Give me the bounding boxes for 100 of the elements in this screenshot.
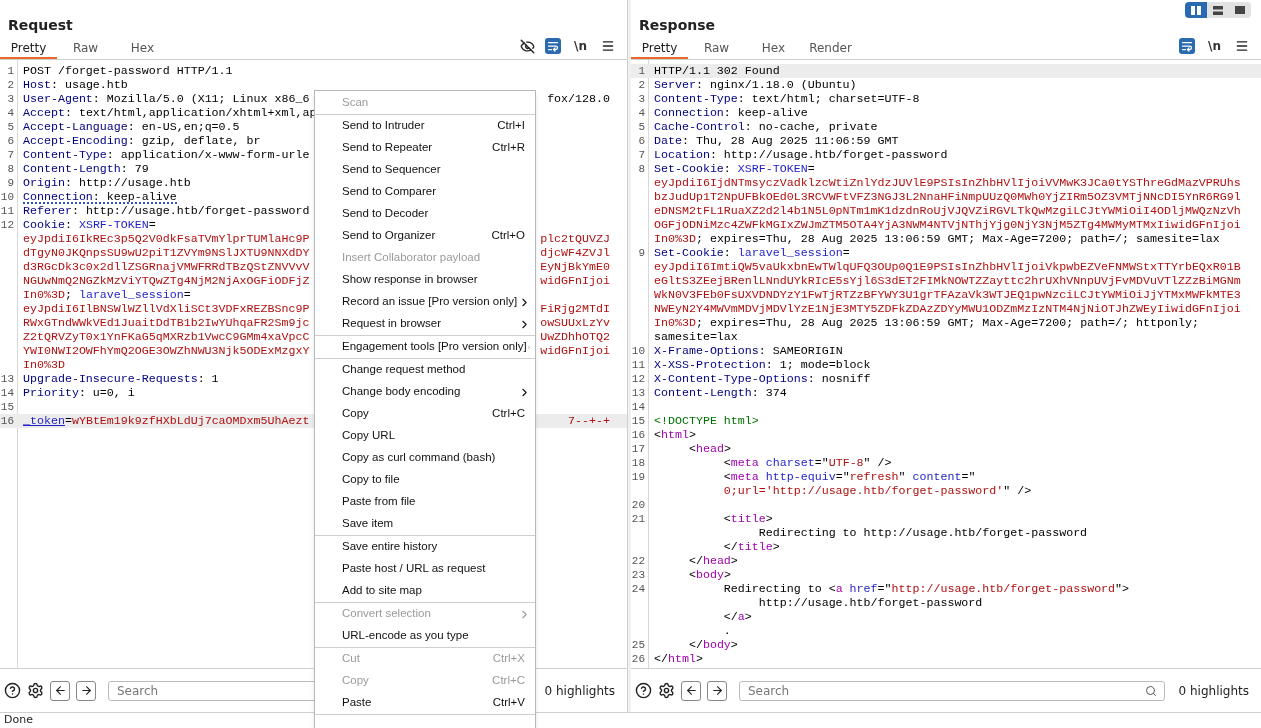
line-number: 21 bbox=[631, 513, 645, 525]
code-text: <body> bbox=[687, 568, 731, 581]
line-number: 3 bbox=[7, 93, 14, 105]
line-number: 25 bbox=[631, 639, 645, 651]
line-number: 10 bbox=[631, 345, 645, 357]
code-text: HTTP/1.1 302 Found bbox=[654, 64, 780, 77]
code-text: Cache-Control: no-cache, private bbox=[654, 120, 878, 133]
line-number: 26 bbox=[631, 653, 645, 665]
line-number: 23 bbox=[631, 569, 645, 581]
line-number: 19 bbox=[631, 471, 645, 483]
code-text: http://usage.htb/forget-password bbox=[757, 596, 983, 609]
pane-title: Request bbox=[8, 16, 73, 35]
line-number: 20 bbox=[631, 499, 645, 511]
code-text: eyJpdiI6ImtiQW5vaUkxbnEwTWlqUFQ3OUp0Q1E9PSIsInZhbHVlIjoiVkpwbEZVeFNMWStxTTYrbEQxR01B bbox=[654, 260, 1241, 273]
code-text: FiRjg2MTdI bbox=[540, 302, 610, 316]
code-text: YWI0NWI2OWFhYmQ2OGE3OWZhNWU3Njk5ODExMzgxY bbox=[23, 344, 310, 357]
line-number: 2 bbox=[638, 79, 645, 91]
code-text: Z2tQRVZyT0x1YnFKaG5qMXRzb1VwcC9GMm4xaVpcC bbox=[23, 330, 310, 343]
code-text: RWxGTndWWkVEd1JuaitDdTB1b2IwYUhqaFR2Sm9jc bbox=[23, 316, 310, 329]
code-text: Redirecting to http://usage.htb/forget-password bbox=[757, 526, 1088, 539]
code-text: Content-Type: text/html; charset=UTF-8 bbox=[654, 92, 920, 105]
code-text: Redirecting to <a href="http://usage.htb/forget-password"> bbox=[722, 582, 1130, 595]
code-text: </head> bbox=[687, 554, 738, 567]
code-text: In0%3D; expires=Thu, 28 Aug 2025 13:06:59 GMT; Max-Age=7200; path=/; samesite=lax bbox=[654, 232, 1220, 245]
code-text: bzJudUp1T2NpUFBkOEd0L3RCVWFtVFZ3NGJ3L2NnaHFiNmpUUzQ0MWh0YjZIRm5OZ3VMTjNNcDI5YnR6RG9l bbox=[654, 190, 1241, 203]
code-text: POST /forget-password HTTP/1.1 bbox=[23, 64, 233, 77]
line-number: 13 bbox=[0, 373, 14, 385]
code-text: Priority: u=0, i bbox=[23, 386, 135, 399]
code-text: Accept: text/html,application/xhtml+xml,ap bbox=[23, 106, 317, 119]
code-text: Location: http://usage.htb/forget-password bbox=[654, 148, 948, 161]
line-number: 9 bbox=[7, 177, 14, 189]
code-text: </body> bbox=[687, 638, 738, 651]
line-number: 11 bbox=[631, 359, 645, 371]
line-number: 2 bbox=[7, 79, 14, 91]
line-number: 16 bbox=[0, 415, 14, 427]
line-number: 12 bbox=[0, 219, 14, 231]
line-number: 17 bbox=[631, 443, 645, 455]
line-number: 8 bbox=[638, 163, 645, 175]
code-text: In0%3D bbox=[23, 358, 65, 371]
code-text: </title> bbox=[722, 540, 780, 553]
code-text: X-Content-Type-Options: nosniff bbox=[654, 372, 871, 385]
pane-title: Response bbox=[639, 16, 716, 35]
line-number: 5 bbox=[7, 121, 14, 133]
code-text: </a> bbox=[722, 610, 752, 623]
highlights-count: 0 highlights bbox=[1177, 682, 1250, 700]
code-text: Date: Thu, 28 Aug 2025 11:06:59 GMT bbox=[654, 134, 899, 147]
code-text: In0%3D; laravel_session= bbox=[23, 288, 191, 301]
line-number: 5 bbox=[638, 121, 645, 133]
line-number: 8 bbox=[7, 163, 14, 175]
code-text: 7--+-+ bbox=[568, 414, 610, 428]
code-text: OGFjODNiMzc4ZWFkMGIxZWJmZTM5OTA4YjA3NWM4NTVjNThjYjg0NjY3NjM5ZTg4MWMyMTMxIiwidGFnIjoi bbox=[654, 218, 1241, 231]
code-text: <head> bbox=[687, 442, 731, 455]
code-text: <!DOCTYPE html> bbox=[654, 414, 759, 427]
code-text: Accept-Encoding: gzip, deflate, br bbox=[23, 134, 261, 147]
code-text: fox/128.0 bbox=[547, 92, 610, 106]
line-number: 6 bbox=[7, 135, 14, 147]
code-text: Origin: http://usage.htb bbox=[23, 176, 191, 189]
code-text: eyJpdiI6IlBNSWlWZllVdXliSCt3VDFxREZBSnc9P bbox=[23, 302, 310, 315]
line-number: 7 bbox=[7, 149, 14, 161]
code-text: WkN0V3FEb0FsUXVDNDYzY1FwTjRTZzBFYWY3U1grTFAzaVk3WTJEQ1pwNzciLCJtYWMiOiJjYTMxMWFkMTE3 bbox=[654, 288, 1241, 301]
code-text: Set-Cookie: laravel_session= bbox=[654, 246, 850, 259]
code-text: eyJpdiI6IjdNTmsyczVadklzcWtiZnlYdzJUVlE9PSIsInZhbHVlIjoiVVMwK3JCa0tYSThreGdMazVPRUhs bbox=[654, 176, 1241, 189]
code-text: . bbox=[722, 624, 731, 637]
code-text: widGFnIjoi bbox=[540, 344, 610, 358]
code-text: samesite=lax bbox=[654, 330, 738, 343]
line-number: 18 bbox=[631, 457, 645, 469]
code-text: X-XSS-Protection: 1; mode=block bbox=[654, 358, 871, 371]
code-text: <meta charset="UTF-8" /> bbox=[722, 456, 892, 469]
line-number: 4 bbox=[7, 107, 14, 119]
code-text: plc2tQUVZJ bbox=[540, 232, 610, 246]
code-text: Accept-Language: en-US,en;q=0.5 bbox=[23, 120, 240, 133]
code-text: </html> bbox=[654, 652, 703, 665]
code-text: Content-Length: 79 bbox=[23, 162, 149, 175]
line-number: 24 bbox=[631, 583, 645, 595]
code-text: owSUUxLzYv bbox=[540, 316, 610, 330]
code-text: Referer: http://usage.htb/forget-password bbox=[23, 204, 310, 217]
code-text: eyJpdiI6IkREc3p5Q2V0dkFsaTVmYlprTUMlaHc9P bbox=[23, 232, 310, 245]
line-number: 6 bbox=[638, 135, 645, 147]
line-number: 12 bbox=[631, 373, 645, 385]
line-number: 15 bbox=[0, 401, 14, 413]
code-text: Content-Length: 374 bbox=[654, 386, 787, 399]
code-text: Connection: keep-alive bbox=[23, 190, 177, 203]
code-text: Cookie: XSRF-TOKEN= bbox=[23, 218, 156, 231]
line-number: 14 bbox=[0, 387, 14, 399]
code-text: <html> bbox=[654, 428, 696, 441]
code-text: NWEyN2Y4MWVmMDVjMDVlYzE1NjE3MTY5ZDFkZDAzZDYyMWU1ODZmMzIzNTM4NjNiOTJhZWEyIiwidGFnIjoi bbox=[654, 302, 1241, 315]
code-text: Set-Cookie: XSRF-TOKEN= bbox=[654, 162, 815, 175]
code-text: widGFnIjoi bbox=[540, 274, 610, 288]
code-text: In0%3D; expires=Thu, 28 Aug 2025 13:06:59 GMT; Max-Age=7200; path=/; httponly; bbox=[654, 316, 1199, 329]
line-number: 1 bbox=[638, 65, 645, 77]
code-text: _token=wYBtEm19k9zfHXbLdUj7caOMDxm5UhAezt bbox=[23, 414, 310, 427]
line-number: 10 bbox=[0, 191, 14, 203]
code-text: EyNjBkYmE0 bbox=[540, 260, 610, 274]
highlights-count: 0 highlights bbox=[543, 682, 616, 700]
code-text: User-Agent: Mozilla/5.0 (X11; Linux x86_6 bbox=[23, 92, 310, 105]
code-text: dTgyN0JKQnpsSU9wU2piT1ZVYm9NSlJXTU9NNXdDY bbox=[23, 246, 310, 259]
line-number: 11 bbox=[0, 205, 14, 217]
code-text: <meta http-equiv="refresh" content=" bbox=[722, 470, 976, 483]
code-text: 0;url='http://usage.htb/forget-password'" /> bbox=[722, 484, 1032, 497]
line-number: 4 bbox=[638, 107, 645, 119]
